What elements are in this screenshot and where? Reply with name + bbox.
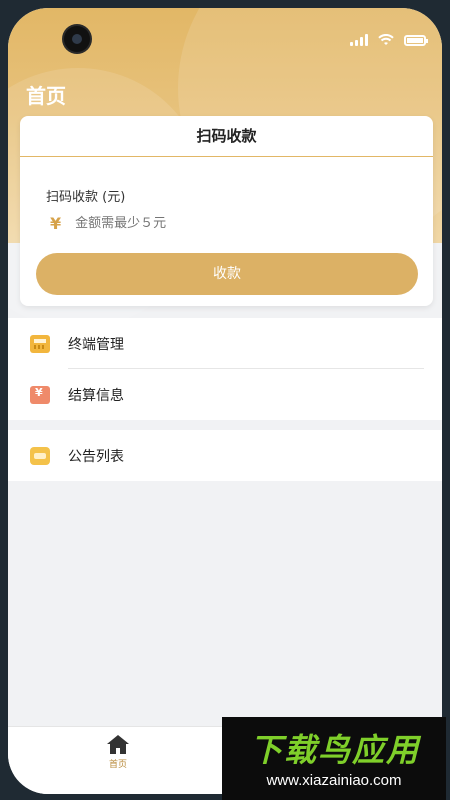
tab-home-label: 首页: [108, 760, 127, 770]
menu-group-primary: 终端管理 结算信息: [8, 318, 442, 420]
phone-screen: 首页 扫码收款 扫码收款 (元) ¥ 收款 终端管理 结算信息 公告列表: [8, 8, 442, 794]
amount-row: ¥: [50, 214, 378, 233]
menu-item-notice-list[interactable]: 公告列表: [8, 430, 442, 481]
watermark-title: 下载鸟应用: [249, 731, 420, 769]
card-title: 扫码收款: [20, 116, 433, 157]
notice-icon: [30, 446, 50, 465]
yen-icon: ¥: [50, 214, 62, 233]
front-camera: [64, 26, 90, 52]
battery-icon: [404, 34, 428, 46]
amount-field-label: 扫码收款 (元): [46, 190, 126, 205]
tab-home[interactable]: 首页: [100, 735, 136, 770]
menu-item-settlement-info[interactable]: 结算信息: [8, 369, 442, 420]
watermark-logo: 下载鸟应用 www.xiazainiao.com: [222, 717, 446, 800]
watermark-url: www.xiazainiao.com: [266, 772, 402, 789]
menu-group-secondary: 公告列表: [8, 430, 442, 481]
collect-card: 扫码收款 扫码收款 (元) ¥ 收款: [20, 116, 433, 306]
status-icons: [350, 34, 428, 46]
page-title: 首页: [26, 84, 66, 108]
terminal-icon: [30, 334, 50, 353]
device-frame: 首页 扫码收款 扫码收款 (元) ¥ 收款 终端管理 结算信息 公告列表: [0, 0, 450, 800]
menu-item-label: 公告列表: [68, 448, 124, 465]
signal-icon: [350, 34, 368, 46]
amount-input[interactable]: [73, 215, 378, 232]
collect-button[interactable]: 收款: [36, 253, 418, 295]
settlement-icon: [30, 385, 50, 404]
menu-item-terminal-management[interactable]: 终端管理: [8, 318, 442, 369]
status-bar: [8, 8, 442, 60]
menu-item-label: 终端管理: [68, 336, 124, 353]
wifi-icon: [378, 34, 394, 45]
home-icon: [107, 735, 129, 755]
menu-item-label: 结算信息: [68, 387, 124, 404]
